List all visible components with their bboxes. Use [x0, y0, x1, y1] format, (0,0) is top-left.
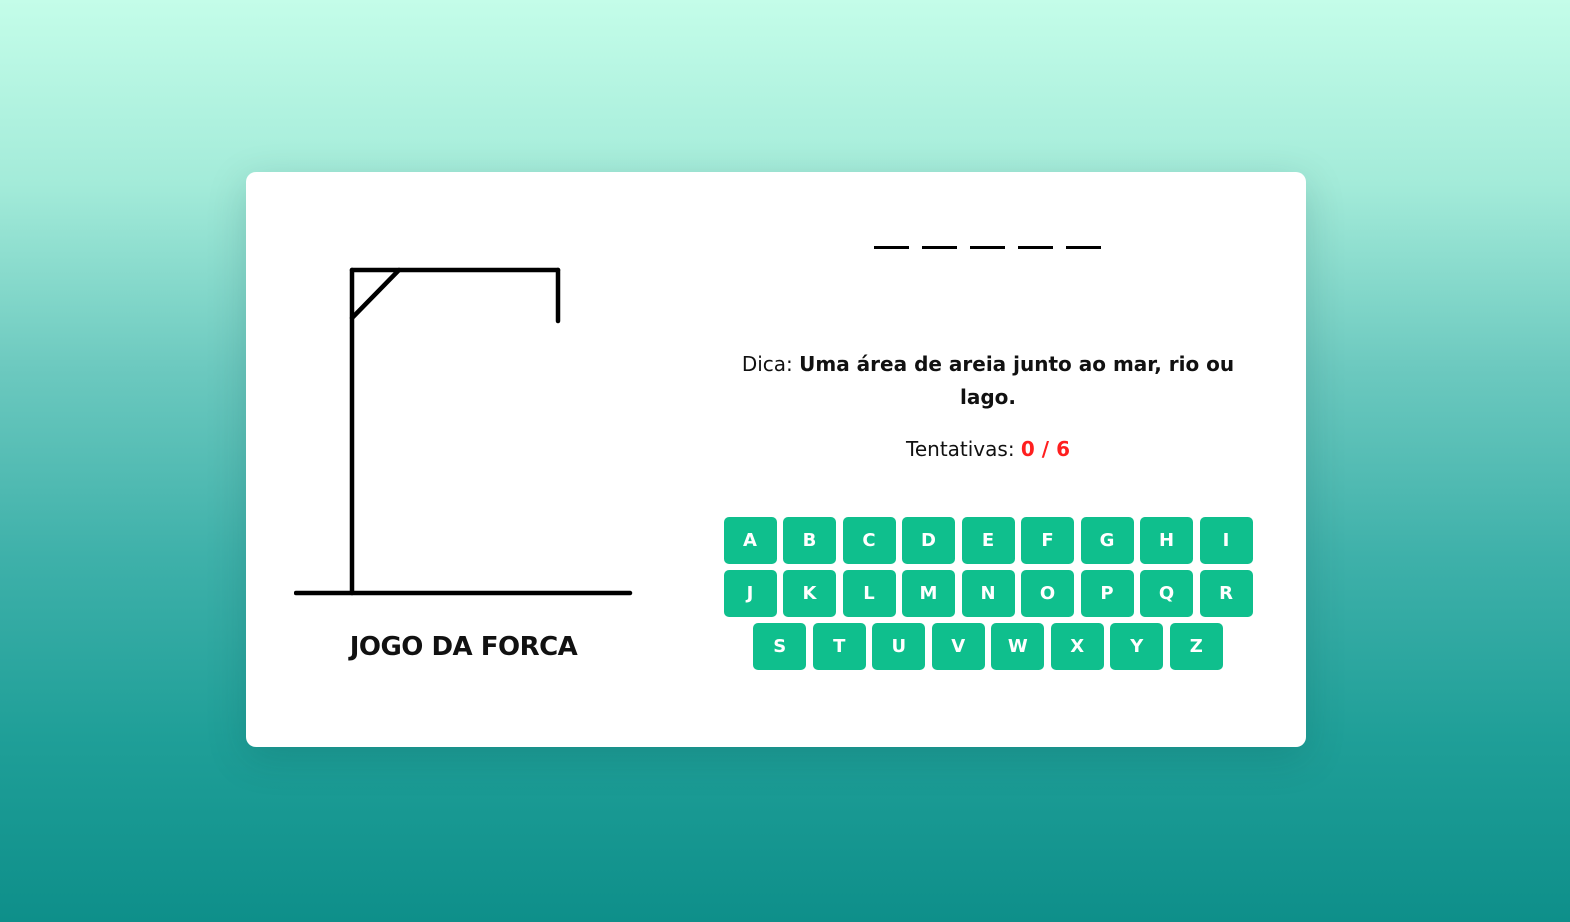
- key-m[interactable]: M: [902, 570, 955, 617]
- key-j[interactable]: J: [723, 570, 777, 617]
- word-display: [874, 246, 1101, 249]
- key-s[interactable]: S: [753, 623, 807, 670]
- game-title: JOGO DA FORCA: [349, 632, 578, 662]
- key-n[interactable]: N: [961, 570, 1015, 617]
- key-u[interactable]: U: [872, 623, 926, 670]
- key-r[interactable]: R: [1199, 570, 1253, 617]
- key-a[interactable]: A: [723, 517, 777, 564]
- key-y[interactable]: Y: [1110, 623, 1164, 670]
- letter-slot: [874, 246, 909, 249]
- key-x[interactable]: X: [1050, 623, 1104, 670]
- letter-slot: [1018, 246, 1053, 249]
- key-f[interactable]: F: [1021, 517, 1074, 564]
- key-t[interactable]: T: [812, 623, 866, 670]
- game-card: JOGO DA FORCA Dica: Uma área de areia ju…: [246, 172, 1306, 747]
- letter-slot: [1066, 246, 1101, 249]
- key-h[interactable]: H: [1140, 517, 1193, 564]
- hangman-gallows-icon: [294, 267, 633, 596]
- key-c[interactable]: C: [842, 517, 896, 564]
- key-w[interactable]: W: [991, 623, 1045, 670]
- key-q[interactable]: Q: [1140, 570, 1193, 617]
- key-z[interactable]: Z: [1169, 623, 1223, 670]
- letter-slot: [922, 246, 957, 249]
- key-o[interactable]: O: [1021, 570, 1074, 617]
- tries-counter: Tentativas: 0 / 6: [730, 434, 1246, 464]
- hint-value: Uma área de areia junto ao mar, rio ou l…: [799, 352, 1235, 409]
- letter-keyboard: A B C D E F G H I J K L M N O P Q R S T …: [722, 517, 1254, 670]
- key-i[interactable]: I: [1199, 517, 1253, 564]
- key-l[interactable]: L: [842, 570, 896, 617]
- tries-label: Tentativas:: [906, 437, 1015, 461]
- key-g[interactable]: G: [1080, 517, 1134, 564]
- key-k[interactable]: K: [783, 570, 836, 617]
- key-b[interactable]: B: [783, 517, 836, 564]
- hint-text: Dica: Uma área de areia junto ao mar, ri…: [730, 348, 1246, 414]
- tries-count: 0 / 6: [1020, 437, 1070, 461]
- key-e[interactable]: E: [961, 517, 1015, 564]
- key-d[interactable]: D: [902, 517, 955, 564]
- key-v[interactable]: V: [931, 623, 985, 670]
- key-p[interactable]: P: [1080, 570, 1134, 617]
- hint-label: Dica:: [741, 352, 793, 376]
- letter-slot: [970, 246, 1005, 249]
- gallows-brace: [349, 267, 402, 321]
